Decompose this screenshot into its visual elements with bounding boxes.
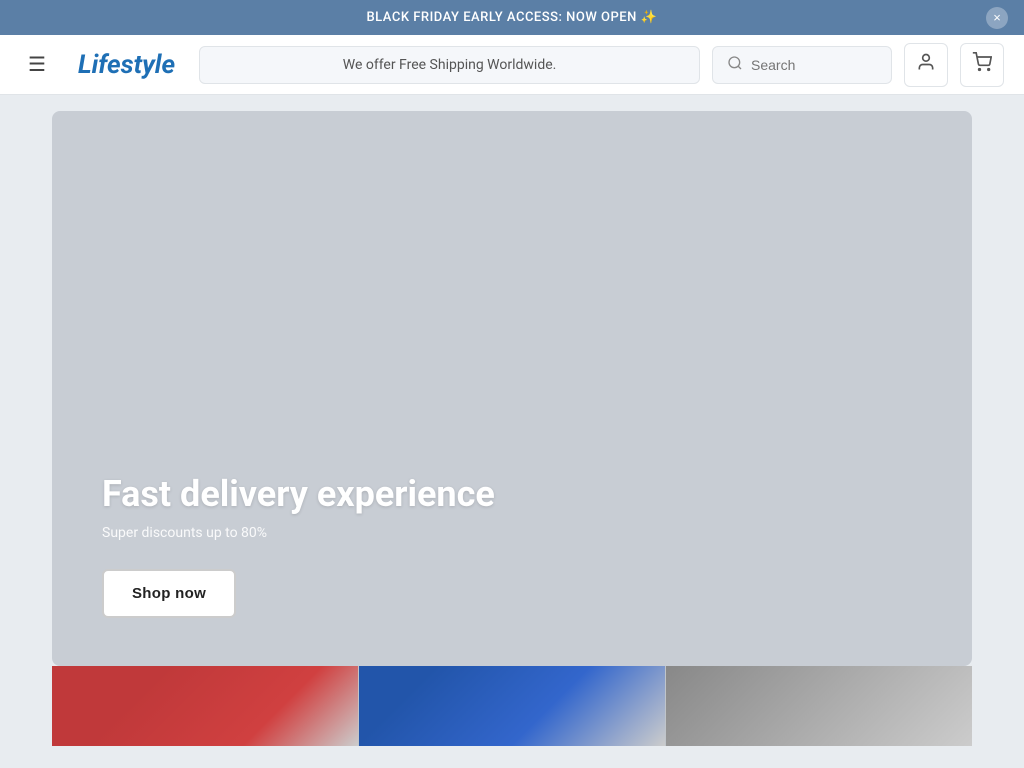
announcement-close-button[interactable]: × bbox=[986, 7, 1008, 29]
hamburger-icon: ☰ bbox=[28, 52, 46, 77]
announcement-text: BLACK FRIDAY EARLY ACCESS: NOW OPEN bbox=[366, 10, 636, 25]
logo-text: Lifestyle bbox=[78, 50, 175, 80]
shipping-banner: We offer Free Shipping Worldwide. bbox=[199, 46, 700, 84]
product-thumbnails-row bbox=[52, 666, 972, 746]
main-content: Fast delivery experience Super discounts… bbox=[0, 95, 1024, 762]
product-thumb-2[interactable] bbox=[359, 666, 666, 746]
hero-banner: Fast delivery experience Super discounts… bbox=[52, 111, 972, 666]
product-thumb-1[interactable] bbox=[52, 666, 359, 746]
shop-now-button[interactable]: Shop now bbox=[102, 569, 236, 618]
cart-button[interactable] bbox=[960, 43, 1004, 87]
shipping-text: We offer Free Shipping Worldwide. bbox=[343, 57, 557, 73]
navbar: ☰ Lifestyle We offer Free Shipping World… bbox=[0, 35, 1024, 95]
product-thumb-3[interactable] bbox=[666, 666, 972, 746]
user-icon bbox=[916, 52, 936, 77]
user-account-button[interactable] bbox=[904, 43, 948, 87]
hero-title: Fast delivery experience bbox=[102, 473, 495, 515]
search-box[interactable] bbox=[712, 46, 892, 84]
announcement-sparkle: ✨ bbox=[641, 10, 658, 25]
search-icon bbox=[727, 55, 743, 75]
hero-content: Fast delivery experience Super discounts… bbox=[102, 473, 495, 618]
logo[interactable]: Lifestyle bbox=[66, 50, 187, 80]
search-input[interactable] bbox=[751, 57, 877, 73]
cart-icon bbox=[972, 52, 992, 77]
announcement-bar: BLACK FRIDAY EARLY ACCESS: NOW OPEN ✨ × bbox=[0, 0, 1024, 35]
hero-subtitle: Super discounts up to 80% bbox=[102, 525, 495, 541]
menu-button[interactable]: ☰ bbox=[20, 44, 54, 85]
